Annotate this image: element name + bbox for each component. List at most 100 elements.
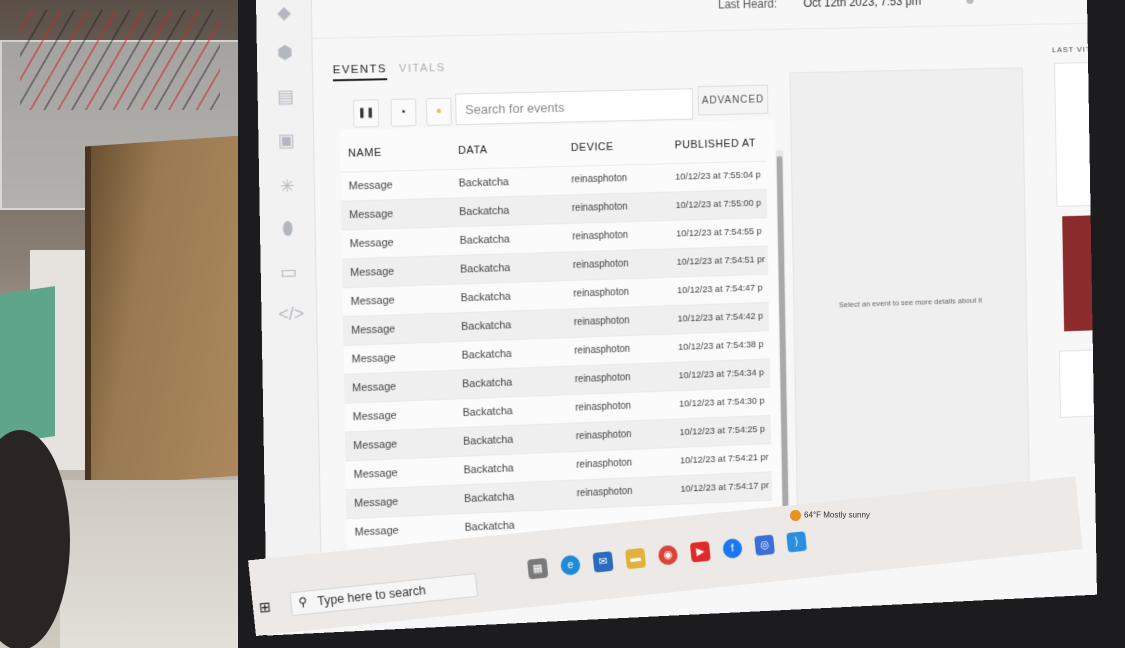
event-device-cell: reinasphoton [575,429,632,443]
terminal-icon: ▪ [401,106,406,118]
event-data-cell: Backatcha [464,491,515,506]
taskbar-search-box[interactable]: ⚲ Type here to search [289,573,479,617]
event-data-cell: Backatcha [459,204,510,219]
info-icon[interactable] [966,0,974,4]
search-icon: ⚲ [297,594,308,610]
nav-code-icon[interactable]: </> [278,303,304,326]
column-header-device[interactable]: DEVICE [571,141,614,154]
nav-cube-icon[interactable]: ◆ [273,1,295,23]
event-published-cell: 10/12/23 at 7:54:42 p [677,310,764,325]
event-device-cell: reinasphoton [573,286,630,300]
event-data-cell: Backatcha [460,262,511,276]
search-events-box [455,88,694,126]
event-published-cell: 10/12/23 at 7:55:00 p [675,197,762,212]
event-device-cell: reinasphoton [576,486,633,500]
nav-products-icon[interactable]: ⬢ [274,41,296,63]
event-device-cell: reinasphoton [573,315,630,329]
event-device-cell: reinasphoton [575,400,632,414]
top-bar: Last Heard: Oct 12th 2023, 7:53 pm [311,0,1088,39]
event-device-cell: reinasphoton [576,457,633,471]
event-device-cell: reinasphoton [572,230,629,243]
last-heard-value: Oct 12th 2023, 7:53 pm [803,0,922,10]
vitals-card-secondary [1058,349,1097,418]
event-data-cell: Backatcha [462,405,513,420]
terminal-button[interactable]: ▪ [390,98,417,127]
tab-vitals[interactable]: VITALS [399,62,446,75]
edge-browser-icon[interactable]: e [559,554,582,577]
event-device-cell: reinasphoton [571,201,628,214]
event-device-cell: reinasphoton [574,343,631,357]
event-name-cell: Message [348,179,393,193]
nav-console-icon[interactable]: ▣ [275,129,297,151]
event-data-cell: Backatcha [462,376,513,391]
tab-events[interactable]: EVENTS [332,63,388,82]
event-device-cell: reinasphoton [574,372,631,386]
event-data-cell: Backatcha [458,176,509,190]
file-explorer-icon[interactable]: ▬ [625,547,647,570]
mail-icon[interactable]: ✉ [592,551,614,573]
event-name-cell: Message [349,208,394,222]
pause-icon: ❚❚ [357,107,375,119]
nav-billing-icon[interactable]: ▭ [277,261,299,284]
event-published-cell: 10/12/23 at 7:54:30 p [678,395,765,410]
event-published-cell: 10/12/23 at 7:54:34 p [678,367,765,382]
event-published-cell: 10/12/23 at 7:55:04 p [675,169,761,183]
event-published-cell: 10/12/23 at 7:54:55 p [676,226,762,240]
last-vitals-title: LAST VIT [1051,44,1092,55]
weather-text: 64°F Mostly sunny [804,510,870,520]
events-table: NAME DATA DEVICE PUBLISHED AT Message Bac… [339,119,783,548]
event-name-cell: Message [353,467,398,481]
event-data-cell: Backatcha [461,319,512,333]
event-published-cell: 10/12/23 at 7:54:47 p [677,282,763,297]
event-detail-empty-text: Select an event to see more details abou… [838,295,983,310]
event-published-cell: 10/12/23 at 7:54:25 p [679,423,766,439]
facebook-icon[interactable]: f [722,537,743,560]
left-nav: ◆ ⬢ ▤ ▣ ✳ ⬮ ▭ </> [256,0,323,600]
vscode-icon[interactable]: ⟩ [786,531,807,553]
nav-network-icon[interactable]: ✳ [276,175,298,198]
event-name-cell: Message [353,438,398,453]
pause-button[interactable]: ❚❚ [353,99,380,128]
event-name-cell: Message [350,294,395,308]
event-data-cell: Backatcha [463,462,514,477]
event-name-cell: Message [351,352,396,366]
column-header-name[interactable]: NAME [348,147,382,160]
youtube-icon[interactable]: ▶ [689,541,711,563]
green-box [0,286,55,444]
event-name-cell: Message [349,236,394,251]
windows-start-icon[interactable]: ⊞ [258,598,271,616]
event-data-cell: Backatcha [463,433,514,448]
column-header-published-at[interactable]: PUBLISHED AT [675,138,756,152]
chrome-icon[interactable]: ◉ [657,544,679,566]
event-published-cell: 10/12/23 at 7:54:38 p [678,339,764,353]
app-icon[interactable]: ◎ [754,534,776,556]
event-published-cell: 10/12/23 at 7:54:21 pr [679,451,769,467]
last-heard-label: Last Heard: [717,0,778,12]
event-device-cell: reinasphoton [571,173,628,186]
event-published-cell: 10/12/23 at 7:54:51 pr [676,254,766,268]
event-name-cell: Message [351,323,396,337]
event-name-cell: Message [352,380,397,395]
event-detail-panel: Select an event to see more details abou… [789,67,1031,520]
event-published-cell: 10/12/23 at 7:54:17 pr [680,480,770,495]
sun-icon [790,510,801,521]
event-data-cell: Backatcha [460,290,511,305]
event-data-cell: Backatcha [464,519,515,534]
task-view-icon[interactable]: ▦ [527,557,549,580]
filter-icon: ● [435,105,442,117]
filter-button[interactable]: ● [425,97,452,126]
event-device-cell: reinasphoton [572,258,629,272]
nav-shield-icon[interactable]: ⬮ [277,217,299,240]
wires [20,10,220,110]
event-data-cell: Backatcha [459,233,510,247]
column-header-data[interactable]: DATA [458,144,488,157]
weather-widget[interactable]: 64°F Mostly sunny [790,510,870,521]
search-events-input[interactable] [456,89,693,125]
advanced-button[interactable]: ADVANCED [697,84,769,116]
vitals-side-panel: LAST VIT [1043,33,1097,533]
event-name-cell: Message [354,496,399,510]
event-name-cell: Message [354,524,399,539]
event-name-cell: Message [350,265,395,280]
nav-document-icon[interactable]: ▤ [274,85,296,107]
event-data-cell: Backatcha [461,348,512,362]
